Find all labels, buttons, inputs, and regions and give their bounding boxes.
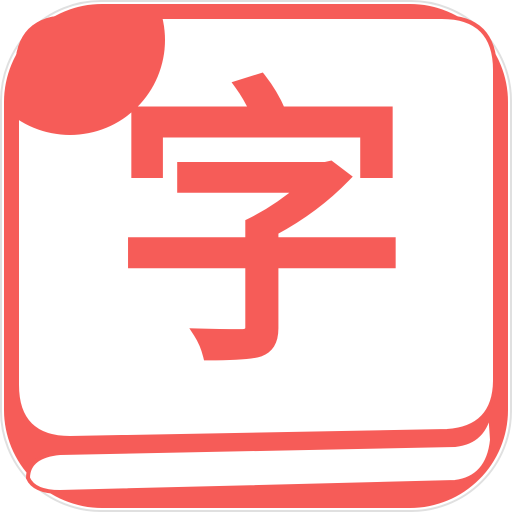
glyph-character: 字 [112, 50, 412, 403]
dictionary-book-icon: 字 [0, 0, 512, 512]
app-icon: 字 [0, 0, 512, 512]
